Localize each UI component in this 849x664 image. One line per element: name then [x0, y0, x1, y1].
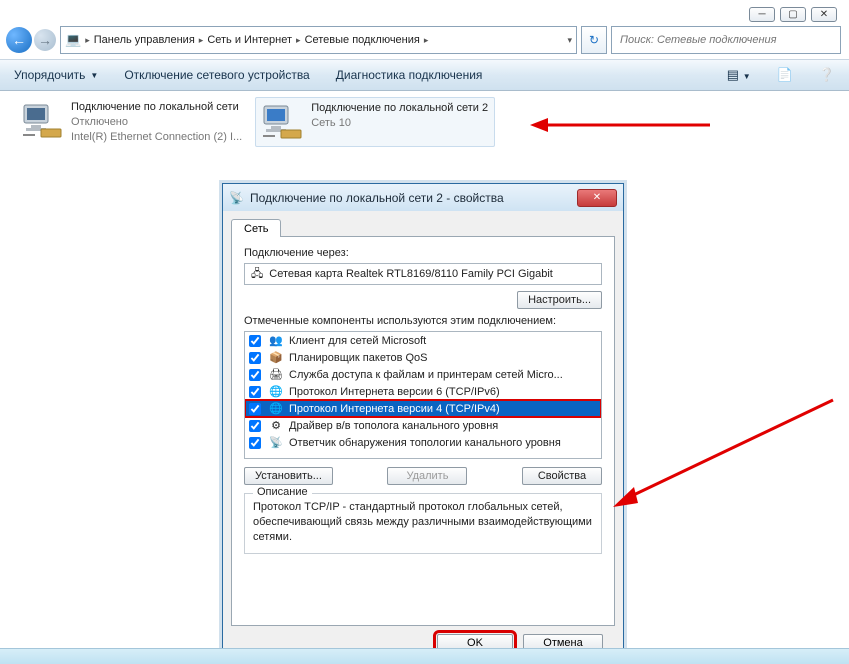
adapter-name: Сетевая карта Realtek RTL8169/8110 Famil… [269, 268, 553, 280]
organize-label: Упорядочить [14, 68, 85, 82]
component-checkbox[interactable] [249, 352, 261, 364]
connection-name: Подключение по локальной сети 2 [311, 101, 488, 116]
properties-dialog: 📡 Подключение по локальной сети 2 - свой… [222, 183, 624, 658]
dropdown-icon[interactable]: ▾ [567, 35, 572, 46]
connection-name: Подключение по локальной сети [71, 100, 242, 115]
search-box[interactable] [611, 26, 841, 54]
tab-network[interactable]: Сеть [231, 219, 281, 237]
breadcrumb[interactable]: 💻 ▸ Панель управления ▸ Сеть и Интернет … [60, 26, 577, 54]
protocol-icon: 🌐 [269, 385, 283, 399]
network-icon: 💻 [65, 32, 81, 48]
minimize-button[interactable]: ─ [749, 7, 775, 22]
component-label: Служба доступа к файлам и принтерам сете… [289, 369, 563, 381]
taskbar [0, 648, 849, 664]
connection-status: Отключено [71, 115, 242, 130]
nav-buttons: ← → [6, 26, 56, 54]
component-checkbox[interactable] [249, 335, 261, 347]
back-button[interactable]: ← [6, 27, 32, 53]
component-label: Протокол Интернета версии 6 (TCP/IPv6) [289, 386, 500, 398]
description-group: Описание Протокол TCP/IP - стандартный п… [244, 493, 602, 554]
diagnose-button[interactable]: Диагностика подключения [336, 68, 483, 82]
breadcrumb-item[interactable]: Панель управления [94, 34, 195, 46]
properties-button[interactable]: Свойства [522, 467, 602, 485]
tab-panel: Подключение через: 🖧 Сетевая карта Realt… [231, 236, 615, 626]
components-label: Отмеченные компоненты используются этим … [244, 315, 602, 327]
help-icon[interactable]: ❔ [819, 67, 835, 83]
view-menu-icon[interactable]: ▤ ▼ [727, 67, 751, 83]
connection-item-selected[interactable]: Подключение по локальной сети 2 Сеть 10 [255, 97, 495, 147]
preview-pane-icon[interactable]: 📄 [777, 67, 793, 83]
install-button[interactable]: Установить... [244, 467, 333, 485]
chevron-icon: ▸ [199, 35, 204, 46]
component-label: Протокол Интернета версии 4 (TCP/IPv4) [289, 403, 500, 415]
dialog-title: Подключение по локальной сети 2 - свойст… [250, 191, 571, 205]
connection-status: Сеть 10 [311, 116, 488, 131]
chevron-down-icon: ▼ [90, 71, 98, 80]
component-label: Клиент для сетей Microsoft [289, 335, 426, 347]
forward-button[interactable]: → [34, 29, 56, 51]
address-bar: ← → 💻 ▸ Панель управления ▸ Сеть и Интер… [6, 26, 841, 54]
protocol-icon: 🌐 [269, 402, 283, 416]
close-button[interactable]: ✕ [811, 7, 837, 22]
configure-button[interactable]: Настроить... [517, 291, 602, 309]
chevron-icon: ▸ [424, 35, 429, 46]
network-adapter-icon [21, 100, 63, 142]
component-checkbox[interactable] [249, 386, 261, 398]
maximize-button[interactable]: ▢ [780, 7, 806, 22]
network-adapter-icon [261, 101, 303, 143]
component-checkbox[interactable] [249, 420, 261, 432]
breadcrumb-item[interactable]: Сетевые подключения [305, 34, 420, 46]
component-label: Планировщик пакетов QoS [289, 352, 428, 364]
component-row[interactable]: 🖨 Служба доступа к файлам и принтерам сет… [245, 366, 601, 383]
component-row[interactable]: 🌐 Протокол Интернета версии 6 (TCP/IPv6) [245, 383, 601, 400]
components-list[interactable]: 👥 Клиент для сетей Microsoft 📦 Планировщик… [244, 331, 602, 459]
toolbar: Упорядочить ▼ Отключение сетевого устрой… [0, 59, 849, 91]
service-icon: 📦 [269, 351, 283, 365]
adapter-icon: 📡 [229, 191, 244, 205]
refresh-button[interactable]: ↻ [581, 26, 607, 54]
dialog-close-button[interactable]: ✕ [577, 189, 617, 207]
component-row-selected[interactable]: 🌐 Протокол Интернета версии 4 (TCP/IPv4) [245, 400, 601, 417]
component-checkbox[interactable] [249, 369, 261, 381]
remove-button: Удалить [387, 467, 467, 485]
dialog-titlebar[interactable]: 📡 Подключение по локальной сети 2 - свой… [223, 184, 623, 211]
tab-strip: Сеть [231, 214, 615, 236]
component-row[interactable]: 👥 Клиент для сетей Microsoft [245, 332, 601, 349]
connection-adapter: Intel(R) Ethernet Connection (2) I... [71, 130, 242, 145]
breadcrumb-item[interactable]: Сеть и Интернет [207, 34, 292, 46]
disable-device-button[interactable]: Отключение сетевого устройства [124, 68, 309, 82]
connection-item[interactable]: Подключение по локальной сети Отключено … [16, 97, 247, 148]
chevron-icon: ▸ [85, 35, 90, 46]
component-row[interactable]: 📡 Ответчик обнаружения топологии канально… [245, 434, 601, 451]
client-icon: 👥 [269, 334, 283, 348]
component-row[interactable]: ⚙ Драйвер в/в тополога канального уровня [245, 417, 601, 434]
component-label: Драйвер в/в тополога канального уровня [289, 420, 498, 432]
description-text: Протокол TCP/IP - стандартный протокол г… [253, 500, 593, 545]
search-input[interactable] [618, 33, 834, 47]
adapter-field[interactable]: 🖧 Сетевая карта Realtek RTL8169/8110 Fam… [244, 263, 602, 285]
chevron-icon: ▸ [296, 35, 301, 46]
driver-icon: ⚙ [269, 419, 283, 433]
component-row[interactable]: 📦 Планировщик пакетов QoS [245, 349, 601, 366]
organize-menu[interactable]: Упорядочить ▼ [14, 68, 98, 82]
component-checkbox[interactable] [249, 403, 261, 415]
adapter-icon: 🖧 [251, 265, 263, 284]
connect-via-label: Подключение через: [244, 247, 602, 259]
window-controls: ─ ▢ ✕ [749, 7, 837, 22]
description-legend: Описание [253, 486, 312, 498]
responder-icon: 📡 [269, 436, 283, 450]
component-label: Ответчик обнаружения топологии канальног… [289, 437, 561, 449]
service-icon: 🖨 [269, 368, 283, 382]
component-checkbox[interactable] [249, 437, 261, 449]
